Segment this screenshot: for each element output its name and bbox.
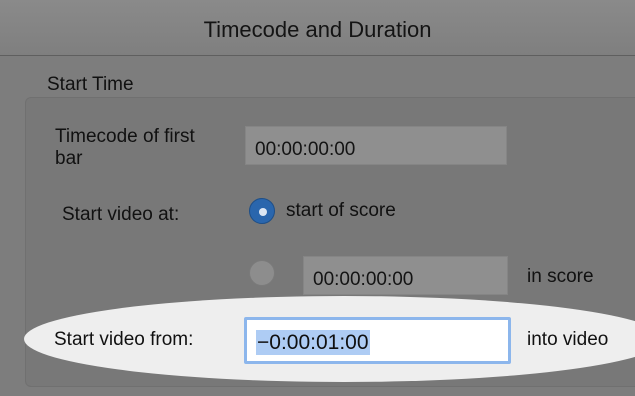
first-bar-label-line2: bar (55, 148, 83, 169)
start-video-from-label: Start video from: (54, 329, 194, 350)
start-of-score-option-label[interactable]: start of score (286, 200, 396, 222)
start-video-at-label: Start video at: (62, 204, 180, 225)
timecode-in-score-radio[interactable] (249, 260, 275, 286)
timecode-in-score-field[interactable]: 00:00:00:00 (303, 256, 508, 295)
dialog-titlebar: Timecode and Duration (0, 0, 635, 56)
first-bar-label-line1: Timecode of first (55, 126, 195, 147)
radio-selected-dot (259, 208, 267, 216)
start-video-from-selected-text: −0:00:01:00 (256, 330, 370, 355)
dialog-title: Timecode and Duration (203, 17, 432, 42)
first-bar-timecode-label: Timecode of first bar (55, 126, 195, 170)
into-video-label: into video (527, 329, 609, 350)
first-bar-timecode-field[interactable]: 00:00:00:00 (245, 126, 507, 165)
start-of-score-radio[interactable] (249, 198, 275, 224)
start-time-group-label: Start Time (47, 74, 134, 95)
start-video-from-field[interactable]: −0:00:01:00 (244, 317, 511, 364)
in-score-label: in score (527, 266, 594, 287)
